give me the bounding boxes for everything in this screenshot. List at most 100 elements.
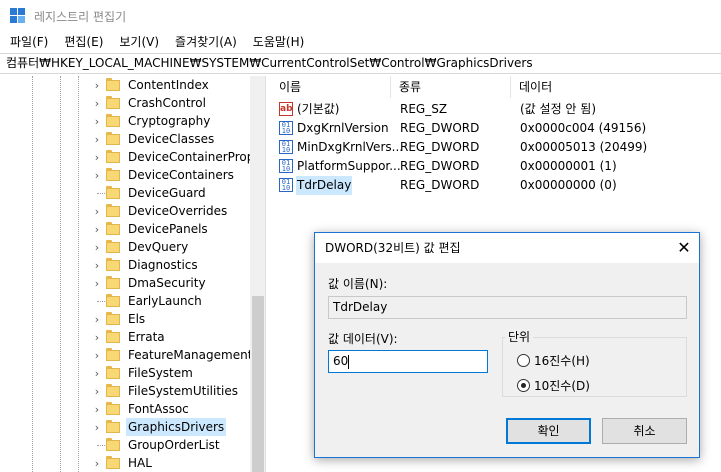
tree-connector (97, 193, 105, 194)
registry-tree: › ContentIndex › CrashControl › Cryptography ›… (0, 76, 266, 472)
value-data-input[interactable]: 60 (328, 350, 488, 373)
tree-item[interactable]: › Errata (0, 328, 250, 346)
tree-scrollbar-thumb[interactable] (252, 296, 264, 472)
column-data-header[interactable]: 데이터 (511, 76, 721, 98)
tree-item[interactable]: › DevQuery (0, 238, 250, 256)
string-value-icon: ab (279, 102, 293, 116)
tree-item[interactable]: GroupOrderList (0, 436, 250, 454)
tree-item-label: DeviceGuard (128, 186, 206, 200)
column-type-header[interactable]: 종류 (391, 76, 511, 98)
chevron-right-icon[interactable]: › (92, 205, 102, 218)
dialog-title-bar: DWORD(32비트) 값 편집 ✕ (315, 233, 699, 263)
column-name-header[interactable]: 이름 (271, 76, 391, 98)
tree-item[interactable]: › DeviceContainerProper (0, 148, 265, 166)
chevron-right-icon[interactable]: › (92, 421, 102, 434)
radio-hex-label: 16진수(H) (534, 354, 590, 368)
tree-item[interactable]: › DmaSecurity (0, 274, 250, 292)
chevron-right-icon[interactable]: › (92, 133, 102, 146)
regedit-app-icon (10, 8, 26, 24)
value-name-label: 값 이름(N): (328, 277, 388, 291)
tree-item-label: DeviceOverrides (128, 204, 228, 218)
value-name: DxgKrnlVersion (297, 121, 389, 135)
tree-item[interactable]: DeviceGuard (0, 184, 250, 202)
title-bar: 레지스트리 편집기 (0, 0, 721, 32)
value-type: REG_DWORD (400, 159, 480, 173)
chevron-right-icon[interactable]: › (92, 277, 102, 290)
chevron-right-icon[interactable]: › (92, 97, 102, 110)
chevron-right-icon[interactable]: › (92, 115, 102, 128)
chevron-right-icon[interactable]: › (92, 385, 102, 398)
value-data-text: 60 (333, 354, 349, 368)
tree-item-label: DevicePanels (128, 222, 208, 236)
tree-connector (97, 301, 105, 302)
folder-icon (106, 204, 120, 217)
tree-item[interactable]: › Els (0, 310, 250, 328)
folder-icon (106, 420, 120, 433)
menu-favorites[interactable]: 즐겨찾기(A) (167, 32, 245, 53)
radio-hex-circle[interactable] (517, 354, 530, 367)
chevron-right-icon[interactable]: › (92, 79, 102, 92)
tree-item[interactable]: › FontAssoc (0, 400, 250, 418)
menu-help[interactable]: 도움말(H) (245, 32, 313, 53)
chevron-right-icon[interactable]: › (92, 151, 102, 164)
tree-item-label: Els (128, 312, 146, 326)
tree-item[interactable]: › DeviceOverrides (0, 202, 250, 220)
tree-item-label: GroupOrderList (128, 438, 220, 452)
chevron-right-icon[interactable]: › (92, 223, 102, 236)
chevron-right-icon[interactable]: › (92, 169, 102, 182)
address-bar[interactable]: 컴퓨터₩HKEY_LOCAL_MACHINE₩SYSTEM₩CurrentCon… (0, 53, 721, 74)
edit-dword-dialog: DWORD(32비트) 값 편집 ✕ 값 이름(N): TdrDelay 값 데… (314, 232, 700, 458)
chevron-right-icon[interactable]: › (92, 457, 102, 470)
value-name: (기본값) (297, 102, 340, 116)
tree-item[interactable]: › DeviceContainers (0, 166, 250, 184)
value-name: TdrDelay (296, 176, 353, 195)
menu-bar: 파일(F) 편집(E) 보기(V) 즐겨찾기(A) 도움말(H) (0, 32, 721, 53)
value-row[interactable]: 01 10 TdrDelay REG_DWORD 0x00000000 (0) (271, 176, 721, 195)
tree-item[interactable]: › Diagnostics (0, 256, 250, 274)
value-data-label: 값 데이터(V): (328, 332, 398, 346)
tree-item[interactable]: › Cryptography (0, 112, 250, 130)
folder-icon (106, 366, 120, 379)
folder-icon (106, 384, 120, 397)
tree-item[interactable]: EarlyLaunch (0, 292, 250, 310)
menu-view[interactable]: 보기(V) (111, 32, 167, 53)
value-row[interactable]: ab (기본값) REG_SZ (값 설정 안 됨) (271, 100, 721, 119)
value-type: REG_DWORD (400, 140, 480, 154)
value-row[interactable]: 01 10 MinDxgKrnlVers... REG_DWORD 0x00005013… (271, 138, 721, 157)
tree-item[interactable]: › FileSystemUtilities (0, 382, 250, 400)
chevron-right-icon[interactable]: › (92, 241, 102, 254)
tree-item[interactable]: › GraphicsDrivers (0, 418, 250, 436)
menu-edit[interactable]: 편집(E) (56, 32, 111, 53)
radio-decimal[interactable]: 10진수(D) (517, 377, 590, 394)
radio-dec-circle[interactable] (517, 379, 530, 392)
tree-item-label: FeatureManagement (128, 348, 253, 362)
folder-icon (106, 114, 120, 127)
value-data: 0x0000c004 (49156) (520, 121, 647, 135)
chevron-right-icon[interactable]: › (92, 259, 102, 272)
cancel-button[interactable]: 취소 (602, 418, 687, 444)
close-icon[interactable]: ✕ (669, 233, 699, 263)
tree-item-label: FileSystem (128, 366, 193, 380)
value-row[interactable]: 01 10 PlatformSuppor... REG_DWORD 0x00000001… (271, 157, 721, 176)
tree-item[interactable]: › DeviceClasses (0, 130, 250, 148)
ok-button[interactable]: 확인 (506, 418, 591, 444)
radio-hexadecimal[interactable]: 16진수(H) (517, 352, 590, 369)
tree-item[interactable]: › ContentIndex (0, 76, 250, 94)
value-name: PlatformSuppor... (297, 159, 401, 173)
folder-icon (106, 258, 120, 271)
tree-item[interactable]: › DevicePanels (0, 220, 250, 238)
tree-scrollbar[interactable] (250, 76, 265, 472)
value-row[interactable]: 01 10 DxgKrnlVersion REG_DWORD 0x0000c004 (4… (271, 119, 721, 138)
value-data: (값 설정 안 됨) (520, 102, 597, 116)
menu-file[interactable]: 파일(F) (2, 32, 56, 53)
chevron-right-icon[interactable]: › (92, 349, 102, 362)
chevron-right-icon[interactable]: › (92, 403, 102, 416)
tree-item[interactable]: › FileSystem (0, 364, 250, 382)
chevron-right-icon[interactable]: › (92, 367, 102, 380)
tree-item[interactable]: › CrashControl (0, 94, 250, 112)
chevron-right-icon[interactable]: › (92, 313, 102, 326)
value-name: MinDxgKrnlVers... (297, 140, 404, 154)
chevron-right-icon[interactable]: › (92, 331, 102, 344)
tree-item[interactable]: › HAL (0, 454, 250, 472)
tree-item[interactable]: › FeatureManagement (0, 346, 252, 364)
